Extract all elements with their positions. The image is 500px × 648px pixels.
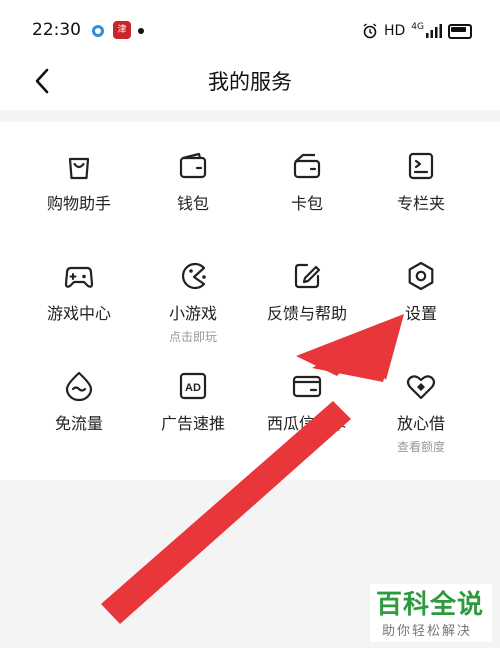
- app-notification-icon: [92, 25, 104, 37]
- service-column-folder[interactable]: 专栏夹: [364, 150, 478, 214]
- page-title: 我的服务: [208, 70, 292, 94]
- news-app-icon: 津: [113, 21, 131, 39]
- svg-text:AD: AD: [185, 382, 201, 394]
- page-header: 我的服务: [0, 62, 500, 110]
- service-credit-card[interactable]: 西瓜信用卡: [250, 370, 364, 434]
- status-time: 22:30: [32, 20, 81, 40]
- service-label: 小游戏: [168, 304, 217, 323]
- service-label: 设置: [404, 304, 437, 323]
- service-label: 放心借: [396, 414, 445, 433]
- service-settings[interactable]: 设置: [364, 260, 478, 324]
- service-shopping-assistant[interactable]: 购物助手: [22, 150, 136, 214]
- status-bar: 22:30 津 HD 4G: [0, 0, 500, 62]
- service-sublabel: 点击即玩: [168, 330, 217, 344]
- signal-icon: [426, 24, 442, 38]
- service-ad-boost[interactable]: AD 广告速推: [136, 370, 250, 434]
- service-feedback-help[interactable]: 反馈与帮助: [250, 260, 364, 324]
- feedback-edit-icon: [294, 263, 321, 289]
- service-label: 购物助手: [46, 194, 111, 213]
- service-mini-games[interactable]: 小游戏 点击即玩: [136, 260, 250, 345]
- service-wallet[interactable]: 钱包: [136, 150, 250, 214]
- service-card-holder[interactable]: 卡包: [250, 150, 364, 214]
- status-indicators: HD 4G: [362, 20, 472, 42]
- watermark: 百科全说 助你轻松解决: [370, 584, 492, 642]
- service-sublabel: 查看额度: [396, 440, 445, 454]
- network-type: 4G: [411, 22, 424, 32]
- free-data-drop-icon: [65, 371, 93, 402]
- heart-diamond-icon: [406, 375, 436, 400]
- card-holder-icon: [293, 153, 321, 179]
- credit-card-icon: [292, 375, 322, 398]
- settings-hexagon-icon: [408, 261, 434, 291]
- gamepad-icon: [64, 266, 94, 288]
- alarm-clock-icon: [363, 23, 377, 39]
- watermark-title: 百科全说: [376, 590, 485, 620]
- battery-icon: [448, 23, 472, 39]
- ad-icon: AD: [179, 372, 207, 400]
- shopping-bag-icon: [68, 157, 90, 180]
- column-folder-icon: [408, 152, 434, 180]
- service-label: 西瓜信用卡: [266, 414, 347, 433]
- services-grid: 购物助手 钱包 卡包 专栏夹 游戏中心 小游戏 点击即玩 反馈与帮助 设置 免流…: [0, 122, 500, 480]
- service-label: 卡包: [290, 194, 323, 213]
- wallet-icon: [179, 152, 207, 179]
- hd-indicator: HD: [383, 23, 406, 39]
- service-label: 免流量: [54, 414, 103, 433]
- more-notifications-dot: [138, 28, 144, 34]
- watermark-slogan: 助你轻松解决: [382, 624, 473, 639]
- pacman-icon: [182, 262, 206, 290]
- service-loan[interactable]: 放心借 查看额度: [364, 370, 478, 455]
- service-label: 游戏中心: [46, 304, 111, 323]
- service-label: 专栏夹: [396, 194, 445, 213]
- service-label: 反馈与帮助: [266, 304, 347, 323]
- service-free-data[interactable]: 免流量: [22, 370, 136, 434]
- service-game-center[interactable]: 游戏中心: [22, 260, 136, 324]
- service-label: 钱包: [176, 194, 209, 213]
- service-label: 广告速推: [160, 414, 225, 433]
